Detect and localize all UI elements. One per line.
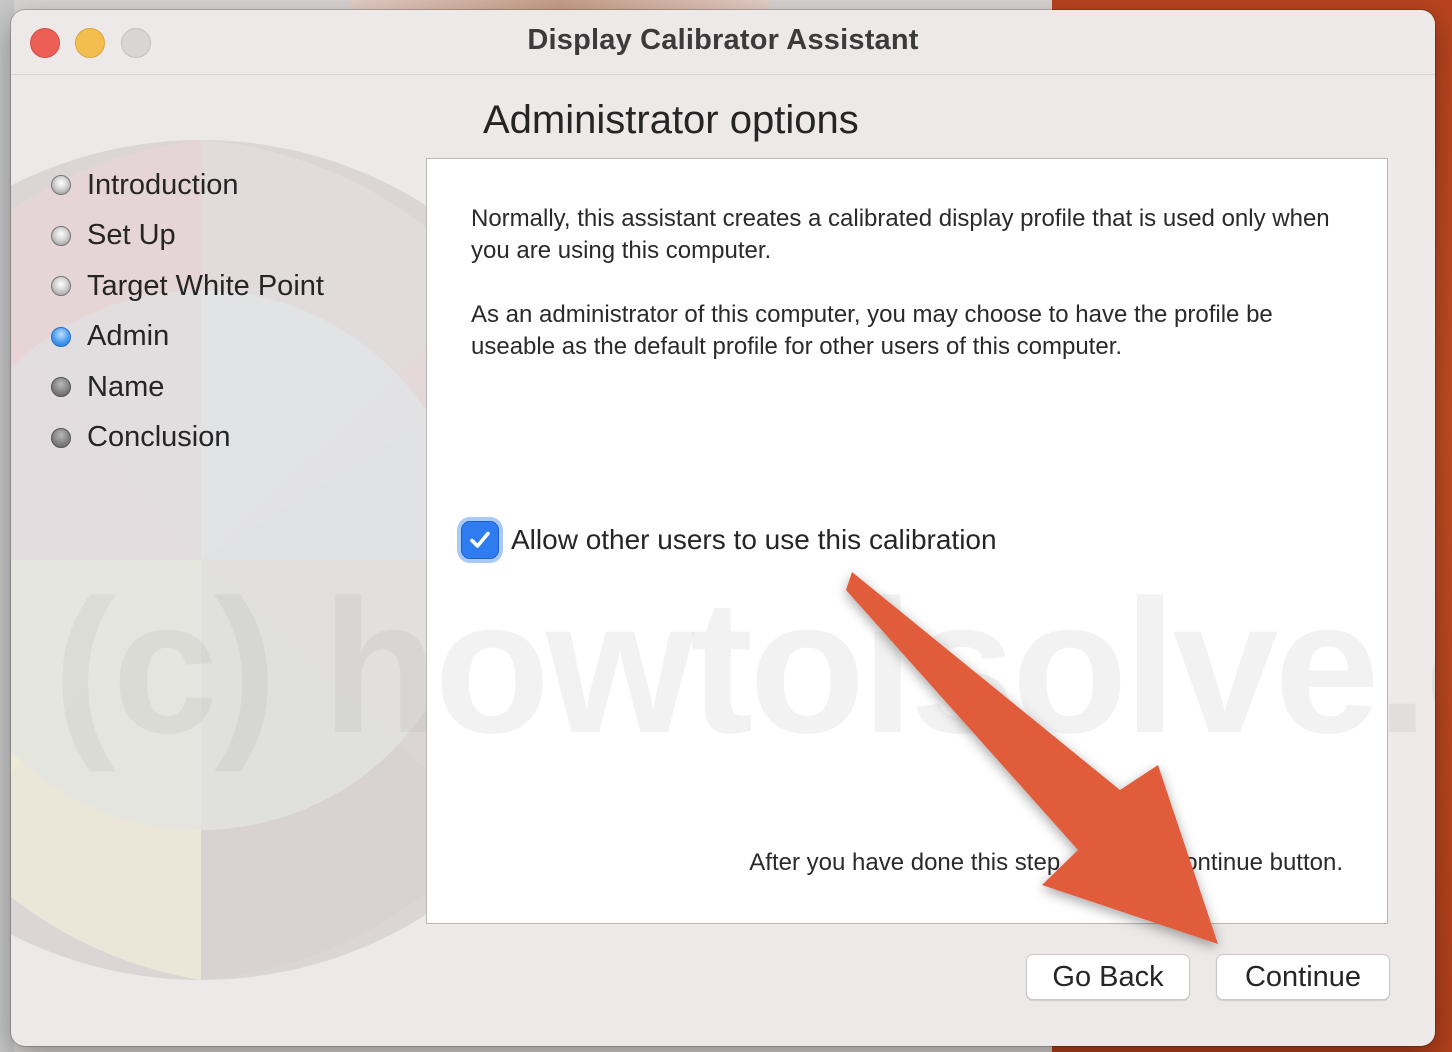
step-admin: Admin [51, 312, 431, 363]
step-label: Admin [87, 320, 170, 353]
step-name: Name [51, 362, 431, 413]
go-back-button[interactable]: Go Back [1026, 954, 1190, 1000]
step-label: Introduction [87, 168, 239, 201]
step-label: Name [87, 370, 165, 403]
page-title: Administrator options [483, 98, 859, 142]
description-paragraph-1: Normally, this assistant creates a calib… [471, 205, 1330, 264]
checkmark-icon [470, 531, 490, 548]
step-introduction: Introduction [51, 160, 431, 211]
allow-other-users-checkbox[interactable] [461, 521, 499, 559]
allow-other-users-checkbox-row[interactable]: Allow other users to use this calibratio… [461, 521, 997, 559]
step-label: Set Up [87, 219, 176, 252]
step-conclusion: Conclusion [51, 413, 431, 464]
step-complete-icon [51, 276, 71, 297]
instruction-note: After you have done this step, click the… [749, 849, 1343, 876]
step-target-white-point: Target White Point [51, 261, 431, 312]
step-label: Conclusion [87, 421, 231, 454]
step-list: Introduction Set Up Target White Point A… [51, 160, 431, 463]
allow-other-users-label[interactable]: Allow other users to use this calibratio… [511, 524, 997, 556]
step-complete-icon [51, 175, 71, 196]
step-current-icon [51, 326, 71, 347]
step-complete-icon [51, 225, 71, 246]
title-bar: Display Calibrator Assistant [11, 10, 1435, 75]
desktop-background-top [350, 0, 770, 10]
continue-button[interactable]: Continue [1216, 954, 1390, 1000]
window-title: Display Calibrator Assistant [527, 24, 919, 56]
step-set-up: Set Up [51, 211, 431, 262]
assistant-window: Display Calibrator Assistant Introductio… [11, 10, 1435, 1046]
content-panel: Normally, this assistant creates a calib… [426, 158, 1388, 924]
step-pending-icon [51, 377, 71, 398]
description-paragraph-2: As an administrator of this computer, yo… [471, 301, 1273, 360]
step-pending-icon [51, 427, 71, 448]
step-label: Target White Point [87, 269, 324, 302]
